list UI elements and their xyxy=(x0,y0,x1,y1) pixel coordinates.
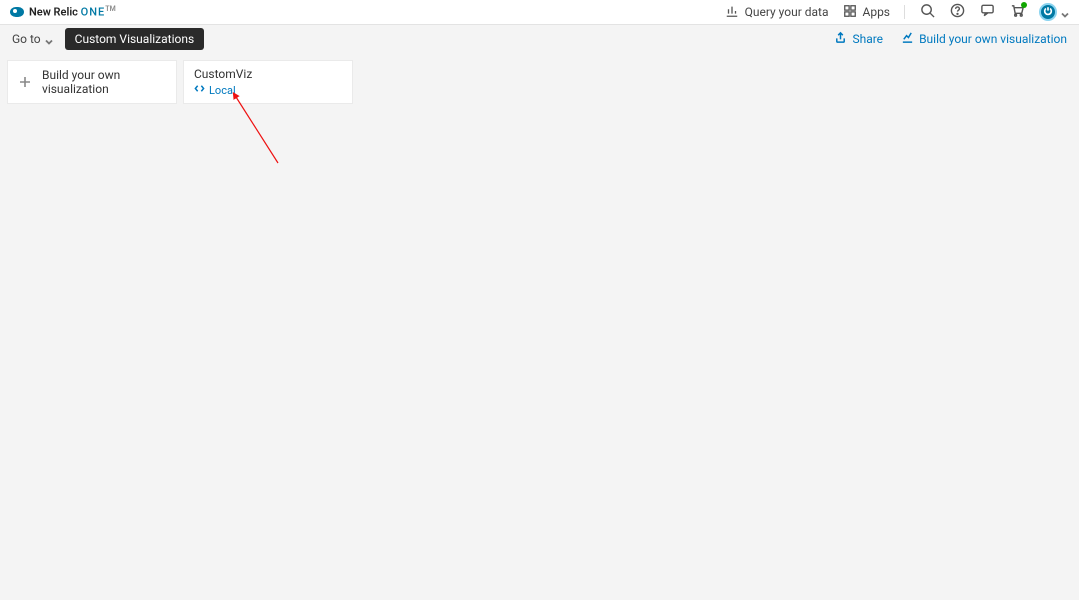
code-icon xyxy=(194,83,205,97)
notification-dot xyxy=(1021,2,1027,8)
go-to-dropdown[interactable]: Go to xyxy=(12,32,53,46)
avatar xyxy=(1039,3,1057,21)
chevron-down-icon xyxy=(45,35,53,43)
power-icon xyxy=(1043,5,1053,20)
breadcrumb-pill[interactable]: Custom Visualizations xyxy=(65,28,205,50)
chevron-down-icon xyxy=(1061,8,1069,16)
query-your-data-label: Query your data xyxy=(745,5,829,19)
brand-logo[interactable]: New Relic ONETM xyxy=(10,5,116,19)
chart-bar-icon xyxy=(725,4,739,21)
custom-viz-card[interactable]: CustomViz Local xyxy=(184,61,352,103)
content-area: Build your own visualization CustomViz L… xyxy=(0,53,1079,111)
brand-text: New Relic ONETM xyxy=(29,5,116,19)
search-icon xyxy=(920,3,935,22)
chat-icon xyxy=(980,3,995,22)
viz-card-sub-label: Local xyxy=(209,84,236,97)
apps-label: Apps xyxy=(863,5,891,19)
build-label: Build your own visualization xyxy=(919,32,1067,46)
pill-label: Custom Visualizations xyxy=(75,32,195,46)
user-menu[interactable] xyxy=(1039,3,1069,21)
share-label: Share xyxy=(852,32,883,46)
header-divider xyxy=(904,5,905,19)
viz-card-title: CustomViz xyxy=(194,67,252,81)
annotation-arrow xyxy=(230,91,290,171)
help-button[interactable] xyxy=(949,4,965,20)
apps-grid-icon xyxy=(843,4,857,21)
build-visualization-card[interactable]: Build your own visualization xyxy=(8,61,176,103)
build-visualization-button[interactable]: Build your own visualization xyxy=(901,31,1067,47)
query-your-data-link[interactable]: Query your data xyxy=(725,4,829,21)
share-button[interactable]: Share xyxy=(834,31,883,47)
eye-logo-icon xyxy=(10,7,24,17)
viz-card-sub: Local xyxy=(194,83,236,97)
plus-icon xyxy=(18,75,32,89)
chart-line-icon xyxy=(901,31,914,47)
notifications-button[interactable] xyxy=(1009,4,1025,20)
card-row: Build your own visualization CustomViz L… xyxy=(8,61,1071,103)
help-icon xyxy=(950,3,965,22)
subheader: Go to Custom Visualizations Share Build … xyxy=(0,25,1079,53)
feedback-button[interactable] xyxy=(979,4,995,20)
global-header: New Relic ONETM Query your data Apps xyxy=(0,0,1079,25)
go-to-label: Go to xyxy=(12,32,41,46)
apps-link[interactable]: Apps xyxy=(843,4,891,21)
build-card-label: Build your own visualization xyxy=(42,68,166,96)
share-icon xyxy=(834,31,847,47)
header-actions: Query your data Apps xyxy=(725,3,1069,21)
search-button[interactable] xyxy=(919,4,935,20)
